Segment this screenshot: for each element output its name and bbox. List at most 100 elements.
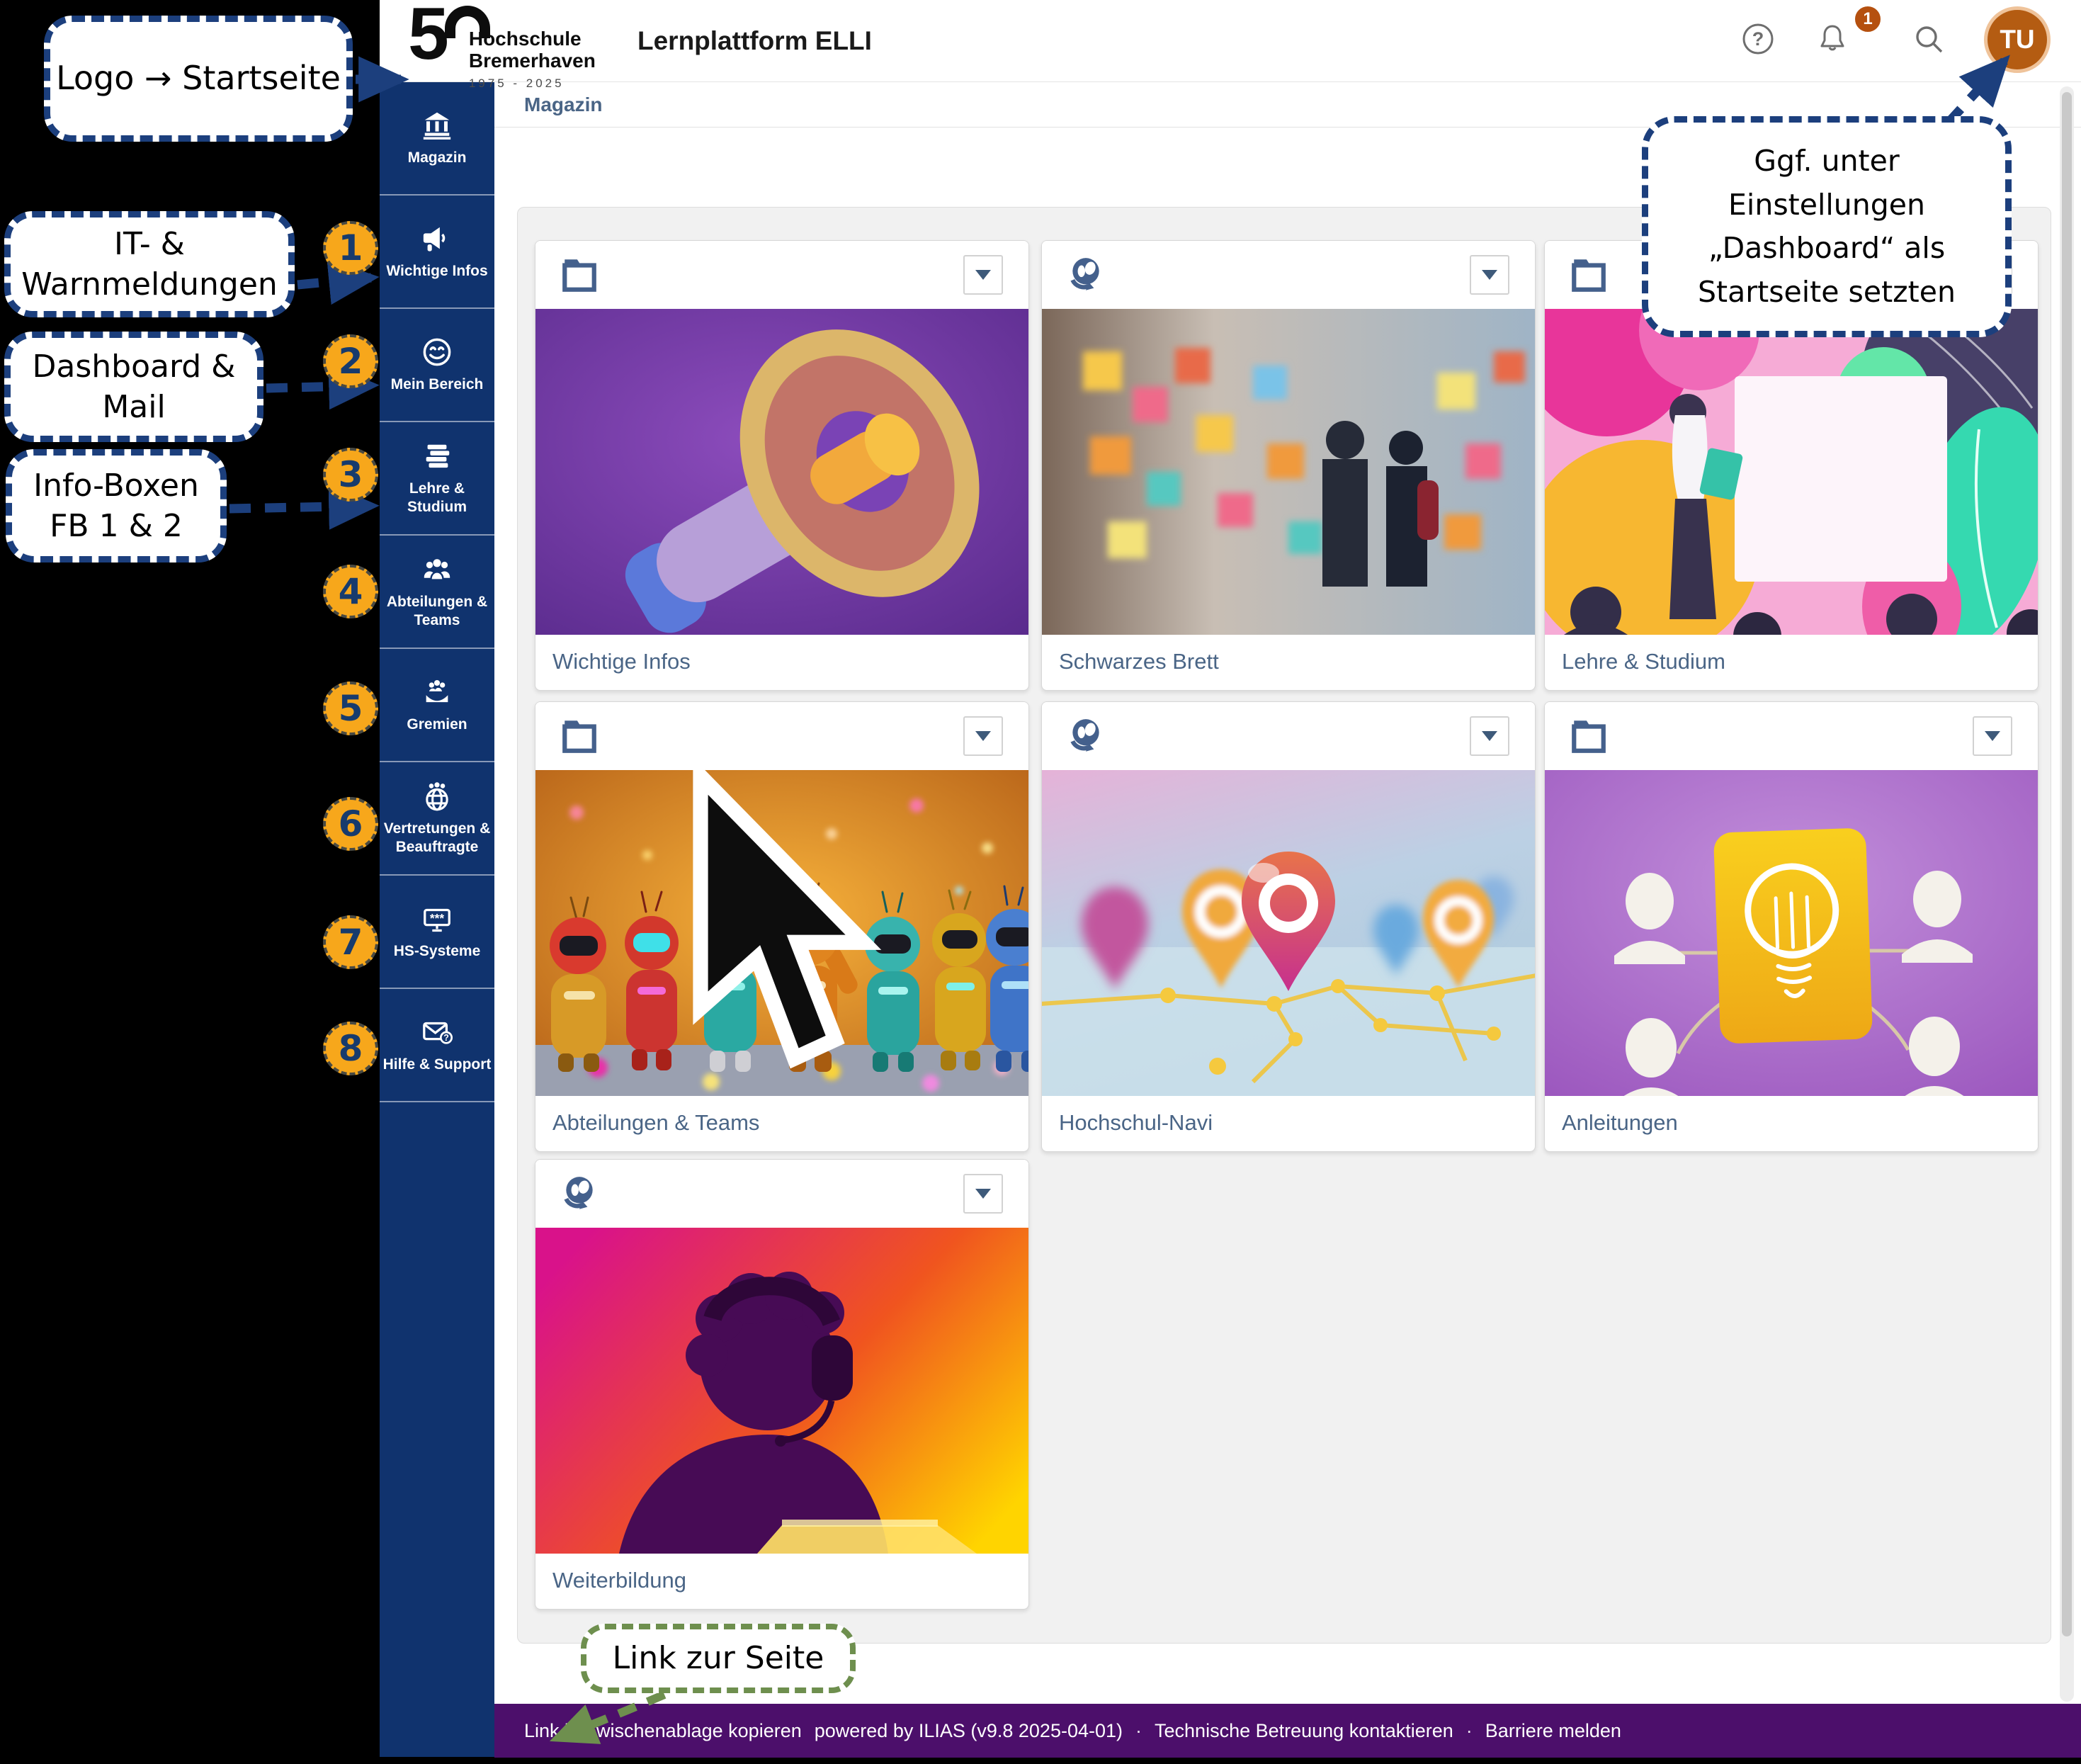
card-schwarzes-brett[interactable]: Schwarzes Brett: [1041, 240, 1536, 691]
sidebar-item-lehre-studium[interactable]: Lehre & Studium: [380, 422, 494, 536]
annotation-link-note: Link zur Seite: [581, 1624, 856, 1693]
card-image-sticky-notes[interactable]: [1042, 309, 1535, 635]
notifications-bell-icon[interactable]: [1815, 22, 1849, 56]
chevron-down-icon: [1482, 731, 1497, 741]
globe-people-icon: [421, 780, 453, 813]
footer-copy-link[interactable]: Link in Zwischenablage kopieren: [524, 1720, 802, 1742]
megaphone-icon: [421, 222, 453, 255]
mouse-cursor: [535, 770, 1028, 1096]
card-title[interactable]: Lehre & Studium: [1545, 635, 2038, 674]
footer-powered-by-ilias[interactable]: powered by ILIAS (v9.8 2025-04-01): [815, 1720, 1123, 1742]
card-image-robots[interactable]: [535, 770, 1028, 1096]
annotation-logo-note: Logo → Startseite: [44, 16, 353, 142]
card-anleitungen[interactable]: Anleitungen: [1544, 701, 2039, 1152]
annotation-badge-3: 3: [323, 448, 378, 502]
sidebar-item-mein-bereich[interactable]: Mein Bereich: [380, 309, 494, 422]
annotation-dashboard-note: Dashboard & Mail: [4, 332, 263, 442]
scrollbar-thumb[interactable]: [2062, 92, 2072, 1636]
card-wichtige-infos[interactable]: Wichtige Infos: [535, 240, 1029, 691]
footer-separator: ·: [1135, 1720, 1142, 1742]
hochschule-bremerhaven-logo[interactable]: 5 Hochschule Bremerhaven 1975 - 2025: [408, 3, 596, 91]
sidebar-item-label: Vertretungen & Beauftragte: [382, 820, 492, 856]
weblink-icon: [1066, 716, 1106, 756]
ilias-magazin-page: 5 Hochschule Bremerhaven 1975 - 2025 Ler…: [0, 0, 2081, 1764]
card-title[interactable]: Wichtige Infos: [535, 635, 1028, 674]
sidebar-item-abteilungen-teams[interactable]: Abteilungen & Teams: [380, 536, 494, 649]
help-icon[interactable]: ?: [1741, 22, 1775, 56]
annotation-text: Warnmeldungen: [21, 264, 278, 305]
sidebar-item-label: HS-Systeme: [394, 942, 481, 961]
sidebar-item-wichtige-infos[interactable]: Wichtige Infos: [380, 196, 494, 309]
card-title[interactable]: Abteilungen & Teams: [535, 1096, 1028, 1136]
card-header: [535, 702, 1028, 770]
actions-dropdown-button[interactable]: [963, 716, 1003, 756]
folder-icon: [1569, 255, 1609, 295]
card-title[interactable]: Anleitungen: [1545, 1096, 2038, 1136]
actions-dropdown-button[interactable]: [1470, 716, 1509, 756]
card-title[interactable]: Weiterbildung: [535, 1554, 1028, 1593]
sidebar-item-gremien[interactable]: Gremien: [380, 649, 494, 762]
sidebar-item-hilfe-support[interactable]: ? Hilfe & Support: [380, 989, 494, 1102]
annotation-text: Info-Boxen: [33, 465, 199, 506]
card-header: [535, 1160, 1028, 1228]
sidebar-item-vertretungen-beauftragte[interactable]: Vertretungen & Beauftragte: [380, 762, 494, 876]
chevron-down-icon: [1985, 731, 2000, 741]
annotation-text: Link zur Seite: [613, 1638, 824, 1678]
logo-line-2: Bremerhaven: [469, 50, 596, 72]
avatar[interactable]: TU: [1984, 6, 2051, 73]
card-title[interactable]: Schwarzes Brett: [1042, 635, 1535, 674]
footer: Link in Zwischenablage kopieren powered …: [494, 1704, 2081, 1758]
annotation-badge-8: 8: [323, 1022, 378, 1075]
actions-dropdown-button[interactable]: [1973, 716, 2012, 756]
footer-support-contact[interactable]: Technische Betreuung kontaktieren: [1155, 1720, 1453, 1742]
card-weiterbildung[interactable]: Weiterbildung: [535, 1159, 1029, 1610]
footer-report-barrier[interactable]: Barriere melden: [1485, 1720, 1621, 1742]
annotation-text: Mail: [102, 387, 165, 427]
annotation-badge-2: 2: [323, 334, 378, 388]
card-image-megaphone[interactable]: [535, 309, 1028, 635]
card-header: [535, 241, 1028, 309]
folder-icon: [560, 716, 599, 756]
annotation-text: Ggf. unter: [1754, 140, 1899, 183]
folder-icon: [1569, 716, 1609, 756]
logo-years: 1975 - 2025: [469, 77, 596, 91]
annotation-text: Startseite setzten: [1698, 271, 1956, 315]
sidebar-item-label: Magazin: [408, 149, 467, 167]
sidebar-item-hs-systeme[interactable]: *** HS-Systeme: [380, 876, 494, 989]
weblink-icon: [560, 1174, 599, 1214]
card-title[interactable]: Hochschul-Navi: [1042, 1096, 1535, 1136]
chevron-down-icon: [975, 270, 991, 280]
annotation-badge-1: 1: [323, 221, 378, 275]
annotation-text: Logo → Startseite: [56, 57, 341, 100]
annotation-infobox-note: Info-Boxen FB 1 & 2: [6, 449, 227, 562]
card-image-presentation[interactable]: [1545, 309, 2038, 635]
card-hochschul-navi[interactable]: Hochschul-Navi: [1041, 701, 1536, 1152]
card-abteilungen-teams[interactable]: Abteilungen & Teams: [535, 701, 1029, 1152]
actions-dropdown-button[interactable]: [963, 1174, 1003, 1214]
app-header: 5 Hochschule Bremerhaven 1975 - 2025 Ler…: [380, 0, 2081, 82]
smiley-icon: [421, 336, 453, 368]
sidebar-item-magazin[interactable]: Magazin: [380, 82, 494, 196]
card-image-lightbulb[interactable]: [1545, 770, 2038, 1096]
card-image-map-pins[interactable]: [1042, 770, 1535, 1096]
annotation-badge-7: 7: [323, 915, 378, 969]
books-icon: [421, 440, 453, 473]
folder-icon: [560, 255, 599, 295]
sidebar-item-label: Mein Bereich: [391, 375, 484, 394]
card-header: [1545, 702, 2038, 770]
chevron-down-icon: [1482, 270, 1497, 280]
annotation-badge-4: 4: [323, 565, 378, 618]
actions-dropdown-button[interactable]: [963, 255, 1003, 295]
vertical-scrollbar[interactable]: [2060, 86, 2074, 1702]
card-header: [1042, 241, 1535, 309]
actions-dropdown-button[interactable]: [1470, 255, 1509, 295]
annotation-badge-5: 5: [323, 682, 378, 735]
annotation-text: Dashboard &: [32, 346, 235, 387]
card-image-headphones-woman[interactable]: [535, 1228, 1028, 1554]
logo-50-numeral: 5: [408, 3, 445, 65]
logo-text: Hochschule Bremerhaven 1975 - 2025: [469, 28, 596, 91]
sidebar-item-label: Gremien: [407, 716, 467, 734]
monitor-icon: ***: [421, 903, 453, 935]
notification-count-badge: 1: [1853, 4, 1883, 34]
search-icon[interactable]: [1912, 22, 1946, 56]
